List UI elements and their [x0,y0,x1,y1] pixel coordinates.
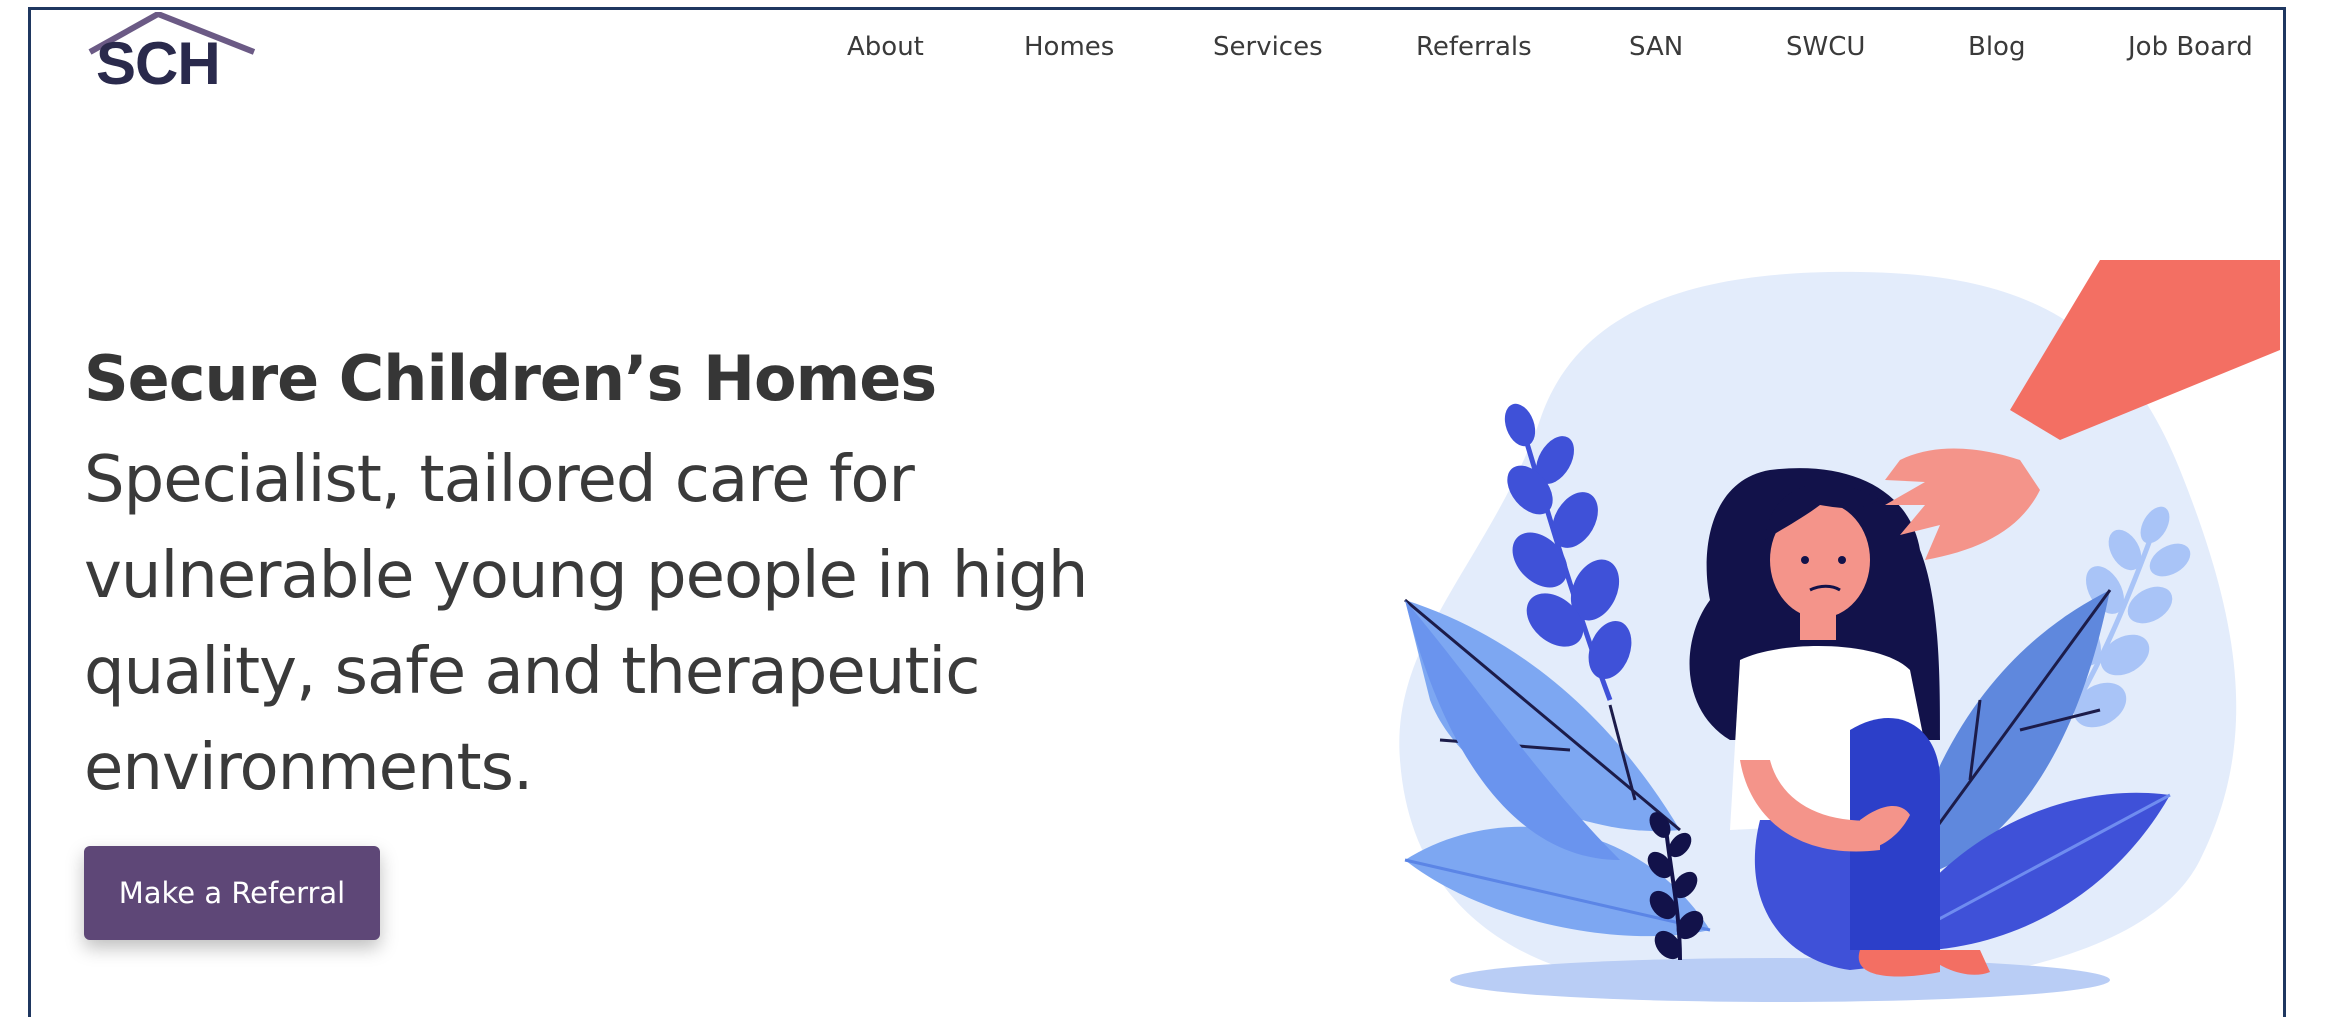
site-logo[interactable]: SCH [84,11,264,97]
hero-subtitle-line: Specialist, tailored care for [84,443,915,517]
hero-illustration [1399,260,2280,1002]
hero-subtitle: Specialist, tailored care for vulnerable… [84,432,1184,816]
hero-subtitle-line: vulnerable young people in high [84,539,1088,613]
nav-swcu[interactable]: SWCU [1786,32,1865,62]
nav-san[interactable]: SAN [1629,32,1683,62]
nav-job-board[interactable]: Job Board [2128,32,2253,62]
nav-services[interactable]: Services [1213,32,1323,62]
make-referral-button[interactable]: Make a Referral [84,846,380,940]
logo-text: SCH [96,30,221,97]
nav-homes[interactable]: Homes [1024,32,1114,62]
ground-shadow [1450,958,2110,1002]
hero-subtitle-line: environments. [84,731,533,805]
nav-referrals[interactable]: Referrals [1416,32,1532,62]
nav-blog[interactable]: Blog [1968,32,2025,62]
hero-title: Secure Children’s Homes [84,342,937,415]
nav-about[interactable]: About [847,32,924,62]
hero-subtitle-line: quality, safe and therapeutic [84,635,980,709]
